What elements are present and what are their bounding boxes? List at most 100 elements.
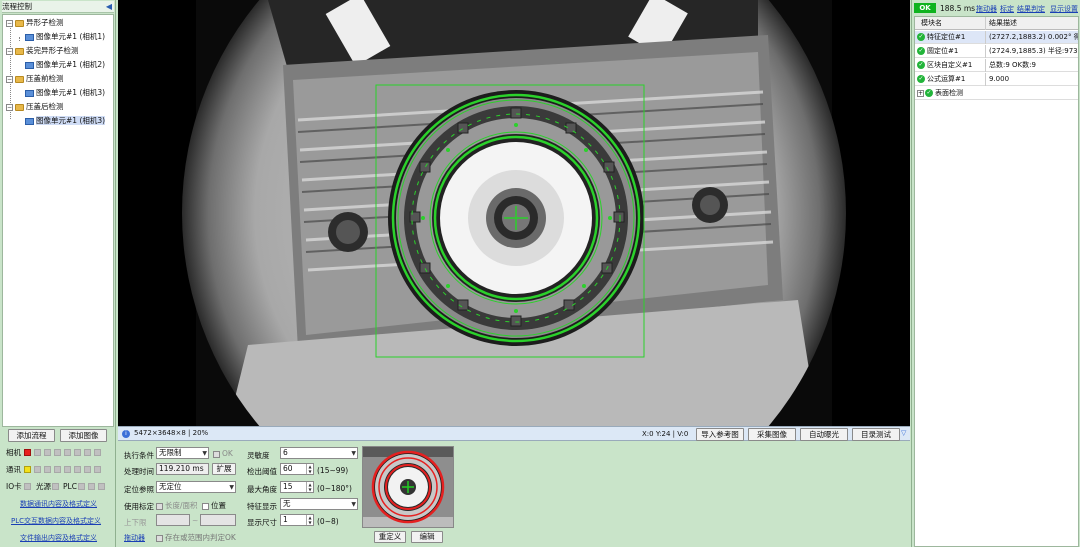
locate-ref-label: 定位参照: [124, 485, 154, 494]
import-reference-button[interactable]: 导入参考图: [696, 428, 744, 441]
calibration-link[interactable]: 标定: [1000, 4, 1014, 14]
tree-group-1[interactable]: − 异形子检测: [6, 17, 64, 29]
status-slot: [64, 466, 71, 473]
display-size-label: 显示尺寸: [247, 518, 277, 527]
io-status-indicator: [24, 483, 31, 490]
range-max-input[interactable]: [200, 514, 236, 526]
image-toolbar: i 5472×3648×8 | 20% X:0 Y:24 | V:0 导入参考图…: [118, 426, 910, 441]
directory-test-button[interactable]: 目录测试: [852, 428, 900, 441]
result-judge-link[interactable]: 结果判定: [1017, 4, 1045, 14]
light-status-label: 光源: [36, 482, 51, 491]
table-header: 模块名 结果描述: [915, 17, 1078, 30]
sensitivity-select[interactable]: 6 ▼: [280, 447, 358, 459]
chevron-down-icon: ▼: [202, 450, 207, 457]
drag-tool-link[interactable]: 拖动器: [124, 533, 145, 543]
display-size-range: (0~8): [317, 517, 339, 526]
checkbox-box: [156, 534, 163, 542]
tree-group-4[interactable]: − 压盖后检测: [6, 101, 64, 113]
range-ok-checkbox[interactable]: 存在或范围内判定OK: [156, 532, 236, 543]
range-min-input[interactable]: [156, 514, 190, 526]
exec-condition-select[interactable]: 无限制 ▼: [156, 447, 209, 459]
light-status-indicator: [52, 483, 59, 490]
edit-button[interactable]: 编辑: [411, 531, 443, 543]
exec-condition-label: 执行条件: [124, 451, 154, 460]
tree-unit-2[interactable]: 图像单元#1 (相机2): [25, 59, 105, 71]
feature-display-select[interactable]: 无 ▼: [280, 498, 358, 510]
status-slot: [88, 483, 95, 490]
range-separator: ~: [192, 516, 199, 525]
tree-group-2[interactable]: − 装完异形子检测: [6, 45, 79, 57]
run-time: 188.5 ms: [940, 4, 976, 13]
folder-icon: [15, 19, 24, 27]
tree-group-3[interactable]: − 压盖前检测: [6, 73, 64, 85]
table-row[interactable]: + ✓ 表面检测: [915, 87, 1078, 100]
display-size-input[interactable]: 1 ▲ ▼: [280, 514, 314, 526]
tree-unit-4[interactable]: 图像单元#1 (相机3): [25, 115, 106, 127]
add-flow-button[interactable]: 添加流程: [8, 429, 55, 442]
comm-format-link[interactable]: 数据通讯内容及格式定义: [20, 499, 97, 509]
plc-status-indicator: [78, 483, 85, 490]
capture-image-button[interactable]: 采集图像: [748, 428, 796, 441]
position-checkbox[interactable]: 位置: [202, 500, 226, 511]
flow-control-panel: 流程控制 ◀ − 异形子检测 图像单元#1 (相机1) − 装完异形子检测 图像单元…: [0, 0, 116, 547]
collapse-icon[interactable]: −: [6, 75, 13, 83]
stepper-icon[interactable]: ▲ ▼: [306, 464, 313, 474]
display-settings-link[interactable]: 显示设置: [1050, 4, 1078, 14]
stepper-icon[interactable]: ▲ ▼: [306, 482, 313, 492]
status-slot: [74, 449, 81, 456]
table-row[interactable]: ✓ 区块自定义#1 总数:9 OK数:9: [915, 59, 1078, 72]
plc-status-label: PLC: [63, 482, 77, 491]
expand-down-icon[interactable]: ▽: [901, 429, 906, 437]
info-icon: i: [122, 430, 130, 438]
ok-checkbox[interactable]: OK: [213, 449, 233, 458]
file-output-format-link[interactable]: 文件输出内容及格式定义: [20, 533, 97, 543]
tree-unit-1[interactable]: 图像单元#1 (相机1): [25, 31, 105, 43]
collapse-icon[interactable]: −: [6, 47, 13, 55]
table-row[interactable]: ✓ 圆定位#1 (2724.9,1885.3) 半径:973.5: [915, 45, 1078, 58]
comm-status-label: 通讯: [6, 465, 21, 474]
folder-icon: [15, 103, 24, 111]
ok-check-icon: ✓: [917, 47, 925, 55]
process-time-field: 119.210 ms: [156, 463, 209, 475]
max-angle-input[interactable]: 15 ▲ ▼: [280, 481, 314, 493]
stepper-icon[interactable]: ▲ ▼: [306, 515, 313, 525]
comm-status-indicator: [24, 466, 31, 473]
collapse-icon[interactable]: −: [6, 19, 13, 27]
auto-exposure-button[interactable]: 自动曝光: [800, 428, 848, 441]
redefine-button[interactable]: 重定义: [374, 531, 406, 543]
expand-icon[interactable]: +: [917, 89, 924, 97]
length-area-checkbox[interactable]: 长度/面积: [156, 500, 198, 511]
checkbox-box: [213, 450, 220, 458]
image-viewport[interactable]: [118, 0, 910, 545]
camera-status-indicator: [24, 449, 31, 456]
template-thumbnail[interactable]: [362, 446, 454, 528]
table-row[interactable]: ✓特征定位#1 (2727.2,1883.2) 0.002° 得分:99: [915, 31, 1078, 44]
status-slot: [54, 466, 61, 473]
io-status-label: IO卡: [6, 482, 22, 491]
threshold-input[interactable]: 60 ▲ ▼: [280, 463, 314, 475]
locate-ref-select[interactable]: 无定位 ▼: [156, 481, 236, 493]
status-slot: [84, 466, 91, 473]
flow-tree: − 异形子检测 图像单元#1 (相机1) − 装完异形子检测 图像单元#1 (相机2…: [2, 14, 114, 427]
range-label: 上下限: [124, 518, 147, 527]
image-unit-icon: [25, 61, 34, 69]
column-header-result: 结果描述: [985, 17, 1078, 30]
feature-display-label: 特征显示: [247, 502, 277, 511]
image-unit-icon: [25, 33, 34, 41]
status-slot: [84, 449, 91, 456]
expand-button[interactable]: 扩展: [212, 463, 236, 475]
status-slot: [54, 449, 61, 456]
plc-format-link[interactable]: PLC交互数据内容及格式定义: [11, 516, 101, 526]
table-row[interactable]: ✓ 公式运算#1 9.000: [915, 73, 1078, 86]
status-slot: [34, 466, 41, 473]
chevron-down-icon: ▼: [351, 450, 356, 457]
result-table: 模块名 结果描述 ✓ 特征定位#1 (2727.2,1883.2) 0.002° …: [914, 16, 1079, 547]
parameter-panel: 执行条件 无限制 ▼ OK 处理时间 119.210 ms 扩展 定位参照 无定位…: [118, 442, 910, 547]
image-info: 5472×3648×8 | 20%: [134, 429, 209, 437]
collapse-icon[interactable]: −: [6, 103, 13, 111]
add-image-button[interactable]: 添加图像: [60, 429, 107, 442]
tree-unit-3[interactable]: 图像单元#1 (相机3): [25, 87, 105, 99]
pin-icon[interactable]: ◀: [106, 2, 112, 11]
drag-tool-link[interactable]: 拖动器: [976, 4, 997, 14]
flow-control-title: 流程控制: [2, 1, 114, 13]
